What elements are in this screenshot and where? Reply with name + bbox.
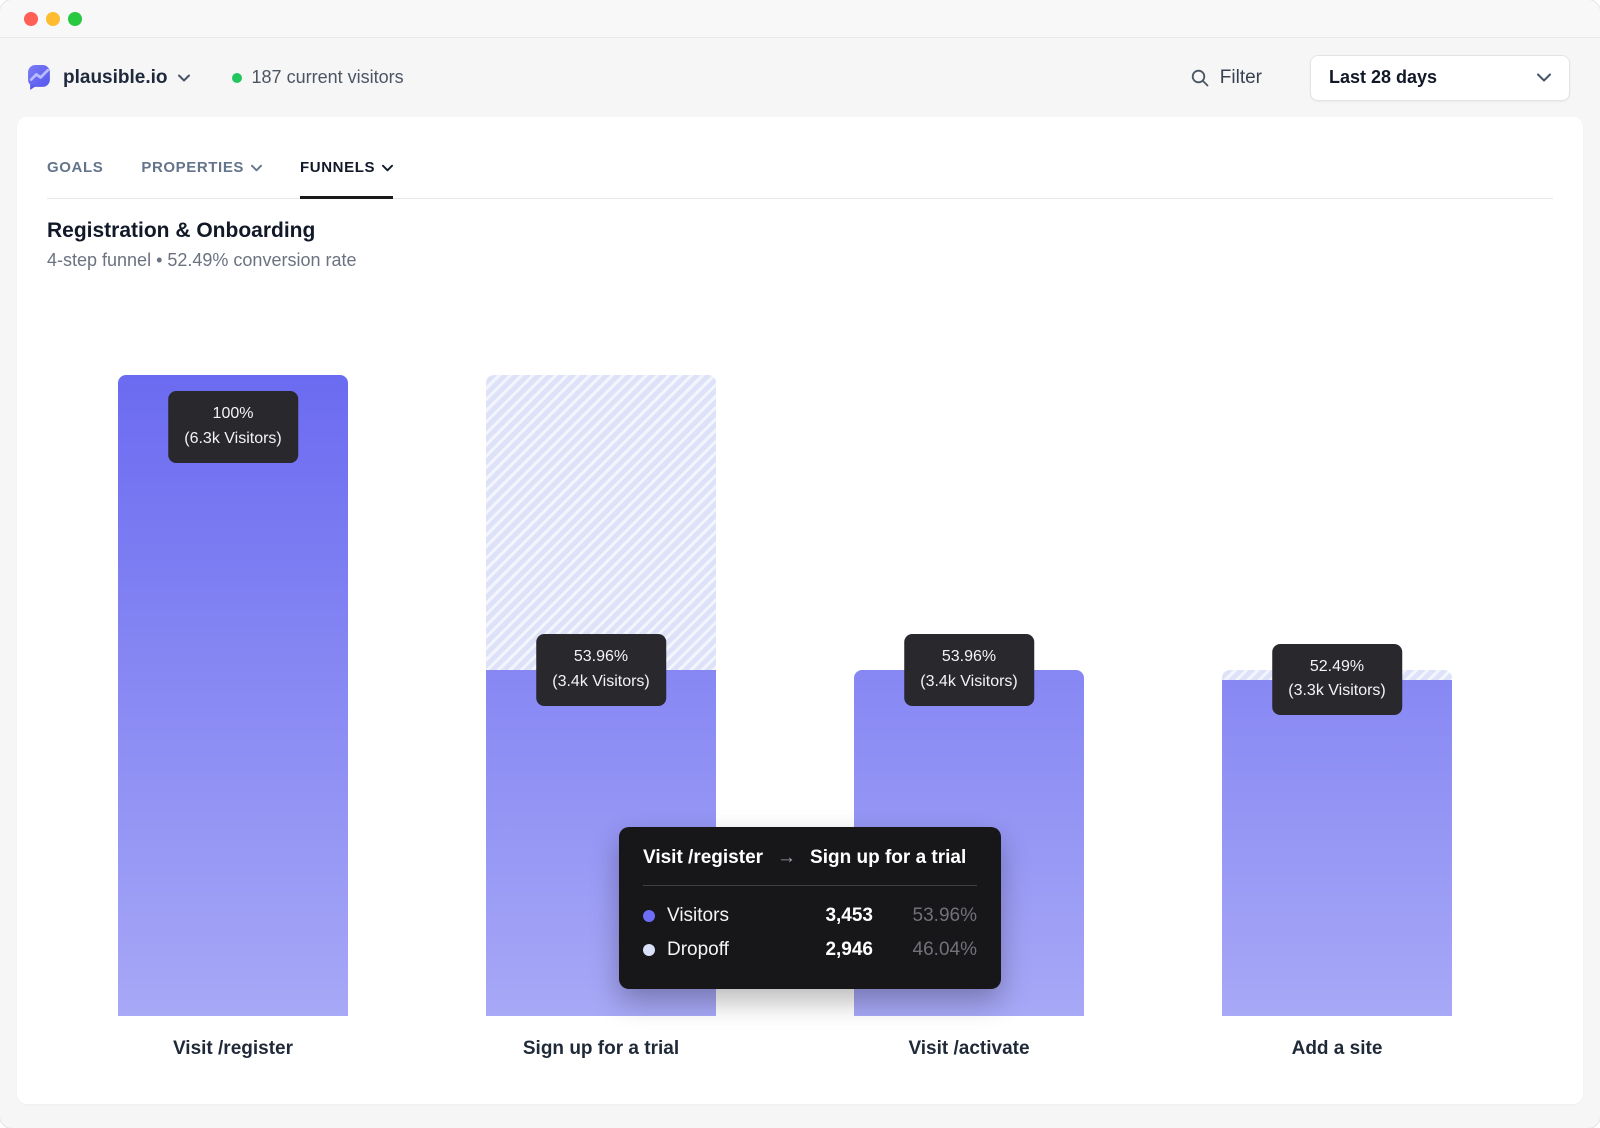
search-icon xyxy=(1190,68,1210,88)
step-name: Add a site xyxy=(1222,1038,1452,1060)
funnel-bar[interactable]: 100% (6.3k Visitors) xyxy=(118,375,348,1016)
step-visitors: (3.3k Visitors) xyxy=(1288,679,1386,704)
visitors-label: Visitors xyxy=(667,905,775,927)
funnel-bar-fill xyxy=(118,375,348,1016)
app-window: plausible.io 187 current visitors Filter… xyxy=(0,0,1600,1128)
step-name: Sign up for a trial xyxy=(486,1038,716,1060)
funnel-bar-fill xyxy=(1222,680,1452,1016)
funnel-subtitle: 4-step funnel • 52.49% conversion rate xyxy=(47,250,1553,271)
chevron-down-icon xyxy=(251,164,262,172)
window-minimize-button[interactable] xyxy=(46,12,60,26)
funnel-hover-tooltip: Visit /register → Sign up for a trial Vi… xyxy=(619,827,1001,989)
step-visitors: (3.4k Visitors) xyxy=(920,670,1018,695)
step-percentage: 100% xyxy=(184,402,282,427)
site-name: plausible.io xyxy=(63,67,168,89)
step-percentage: 53.96% xyxy=(920,645,1018,670)
funnel-bar-value-chip: 52.49% (3.3k Visitors) xyxy=(1272,644,1402,716)
window-close-button[interactable] xyxy=(24,12,38,26)
date-range-select[interactable]: Last 28 days xyxy=(1310,55,1570,101)
funnel-bar-value-chip: 53.96% (3.4k Visitors) xyxy=(904,634,1034,706)
step-visitors: (6.3k Visitors) xyxy=(184,427,282,452)
filter-label: Filter xyxy=(1220,67,1262,89)
visitors-pct: 53.96% xyxy=(885,905,977,927)
tooltip-header: Visit /register → Sign up for a trial xyxy=(643,847,977,869)
dropoff-dot-icon xyxy=(643,944,655,956)
tab-goals[interactable]: GOALS xyxy=(47,159,103,199)
tooltip-divider xyxy=(643,885,977,886)
site-selector[interactable]: plausible.io xyxy=(26,64,190,91)
step-percentage: 52.49% xyxy=(1288,655,1386,680)
current-visitors[interactable]: 187 current visitors xyxy=(232,67,404,88)
arrow-right-icon: → xyxy=(777,847,796,869)
dropoff-label: Dropoff xyxy=(667,939,775,961)
chevron-down-icon xyxy=(1537,73,1551,82)
tooltip-visitors-row: Visitors 3,453 53.96% xyxy=(643,899,977,933)
filter-button[interactable]: Filter xyxy=(1184,66,1268,90)
window-titlebar xyxy=(0,0,1600,38)
plausible-logo-icon xyxy=(26,64,53,91)
tab-funnels[interactable]: FUNNELS xyxy=(300,159,393,199)
visitors-value: 3,453 xyxy=(787,905,873,927)
date-range-value: Last 28 days xyxy=(1329,67,1437,88)
tooltip-dropoff-row: Dropoff 2,946 46.04% xyxy=(643,933,977,967)
chevron-down-icon xyxy=(178,74,190,82)
dropoff-pct: 46.04% xyxy=(885,939,977,961)
tooltip-to-step: Sign up for a trial xyxy=(810,847,966,869)
funnel-bar[interactable]: 52.49% (3.3k Visitors) xyxy=(1222,375,1452,1016)
current-visitors-label: 187 current visitors xyxy=(252,67,404,88)
main-card: GOALS PROPERTIES FUNNELS Registration & … xyxy=(17,117,1583,1104)
chevron-down-icon xyxy=(382,164,393,172)
dropoff-value: 2,946 xyxy=(787,939,873,961)
visitors-dot-icon xyxy=(643,910,655,922)
funnel-title: Registration & Onboarding xyxy=(47,219,1553,243)
step-name: Visit /register xyxy=(118,1038,348,1060)
funnel-bar-dropoff-area xyxy=(486,375,716,670)
step-visitors: (3.4k Visitors) xyxy=(552,670,650,695)
live-dot-icon xyxy=(232,73,242,83)
funnel-step: 100% (6.3k Visitors) Visit /register xyxy=(118,375,348,1060)
funnel-bar-value-chip: 53.96% (3.4k Visitors) xyxy=(536,634,666,706)
window-zoom-button[interactable] xyxy=(68,12,82,26)
tooltip-from-step: Visit /register xyxy=(643,847,763,869)
tab-properties[interactable]: PROPERTIES xyxy=(141,159,262,199)
tabs-bar: GOALS PROPERTIES FUNNELS xyxy=(47,117,1553,199)
funnel-chart: 100% (6.3k Visitors) Visit /register 53.… xyxy=(47,375,1553,1060)
step-name: Visit /activate xyxy=(854,1038,1084,1060)
funnel-bar-value-chip: 100% (6.3k Visitors) xyxy=(168,391,298,463)
app-header: plausible.io 187 current visitors Filter… xyxy=(0,38,1600,117)
step-percentage: 53.96% xyxy=(552,645,650,670)
funnel-step: 52.49% (3.3k Visitors) Add a site xyxy=(1222,375,1452,1060)
